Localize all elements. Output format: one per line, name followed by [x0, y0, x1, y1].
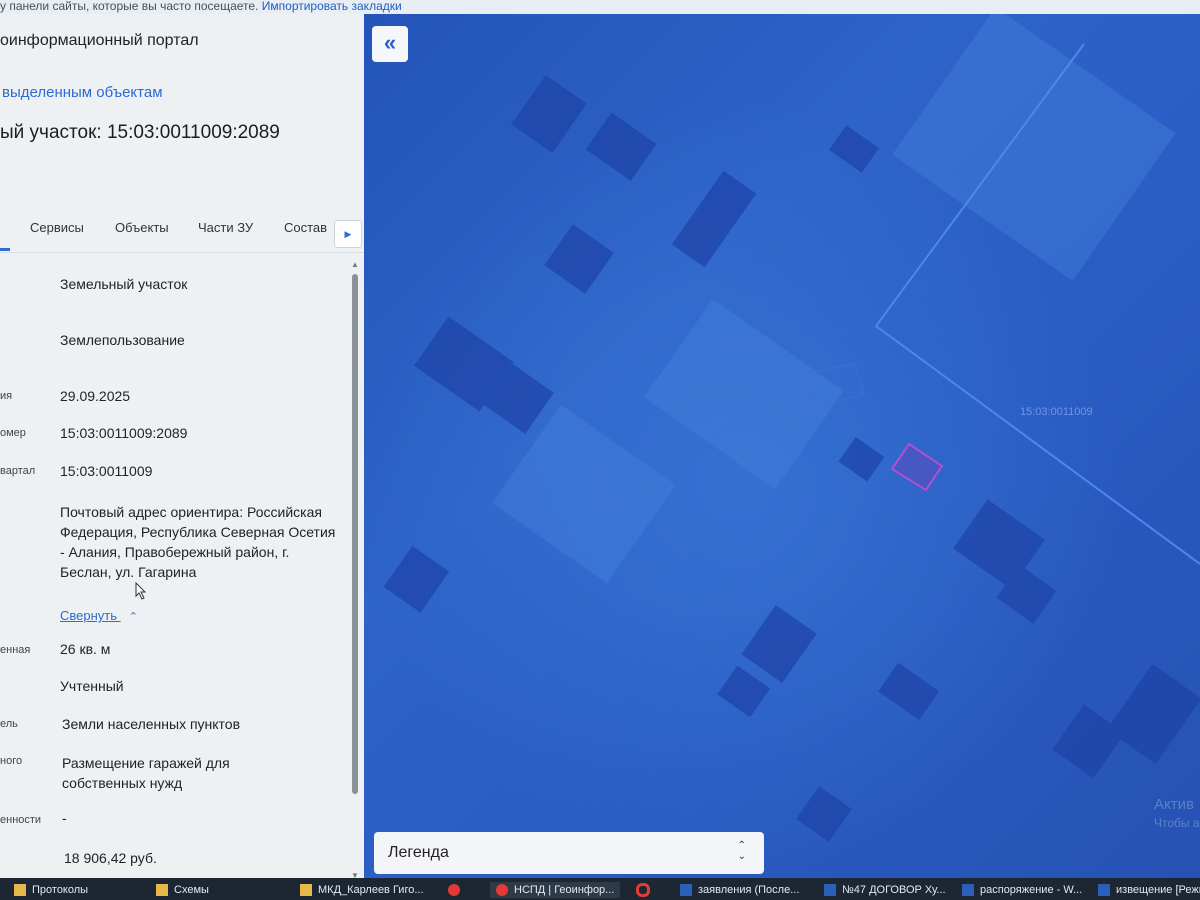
word-icon	[824, 884, 836, 897]
taskbar-item-opera[interactable]	[636, 882, 656, 898]
mouse-cursor-icon	[135, 581, 147, 605]
tab-composition[interactable]: Состав	[284, 220, 327, 235]
bookmarks-bar: у панели сайты, которые вы часто посещае…	[0, 0, 1200, 14]
taskbar-label: заявления (После...	[698, 884, 800, 896]
prop-ownership: -	[62, 810, 67, 826]
tab-bar: Сервисы Объекты Части ЗУ Состав ▶	[0, 212, 364, 253]
object-info-panel: оинформационный портал выделенным объект…	[0, 14, 364, 878]
collapse-address-link[interactable]: Свернуть ⌃	[60, 608, 138, 623]
object-title: ый участок: 15:03:0011009:2089	[0, 122, 280, 143]
prop-object-kind: Землепользование	[60, 332, 185, 348]
prop-address: Почтовый адрес ориентира: Российская Фед…	[60, 504, 336, 580]
opera-icon	[636, 883, 650, 898]
activation-line-2: Чтобы а	[1154, 816, 1200, 830]
taskbar-item-order[interactable]: распоряжение - W...	[962, 882, 1082, 898]
back-to-selected-link[interactable]: выделенным объектам	[2, 84, 163, 101]
browser-icon	[496, 884, 508, 897]
taskbar-item-schemes[interactable]: Схемы	[156, 882, 209, 898]
folder-icon	[300, 884, 312, 897]
prop-cadastral-value: 18 906,42 руб.	[64, 850, 157, 866]
prop-land-category: Земли населенных пунктов	[62, 716, 241, 732]
taskbar-item-nspd[interactable]: НСПД | Геоинфор...	[490, 882, 621, 898]
cadastral-quarter-map-label: 15:03:0011009	[1020, 406, 1093, 418]
tab-services[interactable]: Сервисы	[30, 220, 84, 235]
windows-taskbar: Протоколы Схемы МКД_Карлеев Гиго... НСПД…	[0, 878, 1200, 900]
folder-icon	[156, 884, 168, 897]
taskbar-item-notice[interactable]: извещение [Режи...	[1098, 882, 1200, 898]
word-icon	[962, 884, 974, 897]
tab-parcel-parts[interactable]: Части ЗУ	[198, 220, 253, 235]
prop-date: 29.09.2025	[60, 388, 131, 404]
taskbar-item-contract[interactable]: №47 ДОГОВОР Ху...	[824, 882, 946, 898]
yandex-icon	[448, 884, 460, 897]
prop-label: енная	[0, 644, 31, 656]
portal-title: оинформационный портал	[0, 32, 199, 49]
map-view[interactable]: « 15:03:0011009 Актив Чтобы а Легенда ⌃ ⌄	[364, 14, 1200, 878]
prop-label: вартал	[0, 465, 36, 477]
prop-label: ия	[0, 390, 13, 402]
collapse-label: Свернуть	[60, 608, 118, 623]
prop-label: омер	[0, 427, 26, 439]
legend-label: Легенда	[388, 844, 449, 861]
word-icon	[680, 884, 692, 897]
prop-label: енности	[0, 814, 42, 826]
taskbar-item-yandex[interactable]	[448, 882, 466, 898]
caret-right-icon: ▶	[344, 229, 352, 239]
taskbar-label: №47 ДОГОВОР Ху...	[842, 884, 946, 896]
chevron-up-icon: ⌃	[128, 611, 138, 623]
taskbar-item-mkd[interactable]: МКД_Карлеев Гиго...	[300, 882, 424, 898]
prop-object-type: Земельный участок	[60, 276, 188, 292]
taskbar-label: распоряжение - W...	[980, 884, 1083, 896]
prop-cadastral-number: 15:03:0011009:2089	[60, 425, 188, 441]
collapse-panel-button[interactable]: «	[372, 26, 408, 62]
prop-cadastral-quarter: 15:03:0011009	[60, 463, 153, 479]
double-chevron-left-icon: «	[383, 30, 397, 55]
tabs-scroll-right-button[interactable]: ▶	[334, 220, 362, 248]
scroll-up-icon[interactable]: ▲	[351, 260, 359, 269]
expand-collapse-icon: ⌃ ⌄	[737, 840, 746, 862]
legend-dropdown[interactable]: Легенда ⌃ ⌄	[374, 832, 764, 874]
prop-permitted-use: Размещение гаражей для собственных нужд	[62, 755, 230, 791]
tab-objects[interactable]: Объекты	[115, 220, 169, 235]
bookmarks-hint: у панели сайты, которые вы часто посещае…	[0, 0, 259, 13]
satellite-imagery	[364, 14, 1200, 878]
scroll-thumb[interactable]	[352, 274, 358, 794]
active-tab-indicator	[0, 248, 10, 251]
taskbar-label: НСПД | Геоинфор...	[514, 884, 615, 896]
prop-status: Учтенный	[60, 678, 124, 694]
prop-area: 26 кв. м	[60, 641, 111, 657]
taskbar-item-statements[interactable]: заявления (После...	[680, 882, 799, 898]
activation-line-1: Актив	[1154, 796, 1194, 813]
prop-label: ного	[0, 755, 23, 767]
taskbar-label: Схемы	[174, 884, 209, 896]
panel-scrollbar[interactable]: ▲ ▼	[350, 260, 360, 878]
import-bookmarks-link[interactable]: Импортировать закладки	[262, 0, 402, 13]
word-icon	[1098, 884, 1110, 897]
folder-icon	[14, 884, 26, 897]
prop-label: ель	[0, 718, 18, 730]
scroll-down-icon[interactable]: ▼	[351, 871, 359, 878]
taskbar-label: Протоколы	[32, 884, 89, 896]
taskbar-label: МКД_Карлеев Гиго...	[318, 884, 424, 896]
taskbar-label: извещение [Режи...	[1116, 884, 1200, 896]
taskbar-item-protocols[interactable]: Протоколы	[14, 882, 88, 898]
windows-activation-watermark: Актив Чтобы а	[1154, 796, 1200, 832]
